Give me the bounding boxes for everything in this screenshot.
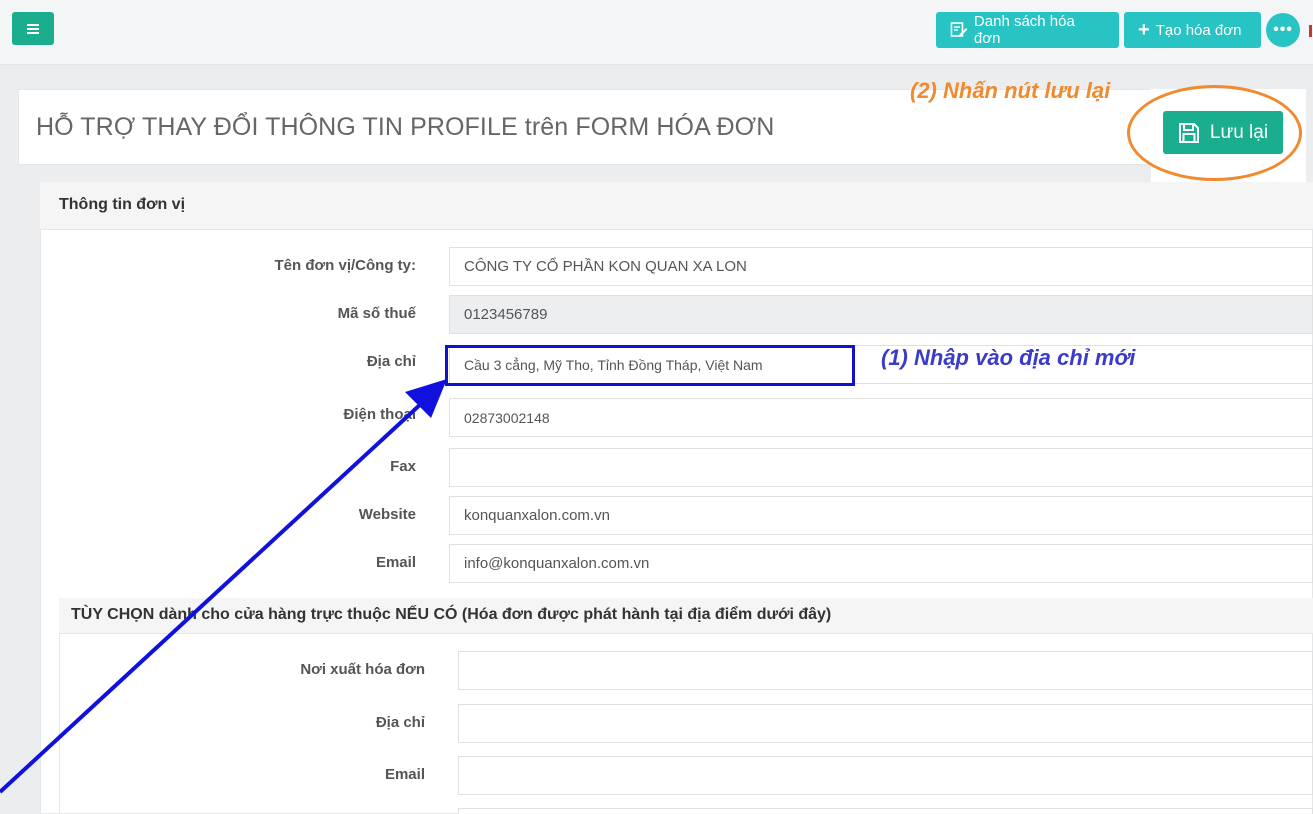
plus-icon: + [1138,19,1150,41]
invoice-list-label: Danh sách hóa đơn [973,13,1075,47]
fax-field[interactable] [449,448,1313,487]
phone-label: Điện thoại [343,406,416,423]
hamburger-icon [27,23,39,34]
create-invoice-label: Tạo hóa đơn [1155,21,1242,39]
unit-info-title: Thông tin đơn vị [59,196,186,213]
phone-field[interactable]: 02873002148 [449,398,1313,437]
company-name-field[interactable]: CÔNG TY CỔ PHẦN KON QUAN XA LON [449,247,1313,286]
unit-info-header [40,182,1313,230]
ellipsis-icon: ••• [1273,21,1293,38]
address-annotation: (1) Nhập vào địa chỉ mới [881,345,1136,370]
page-title: HỖ TRỢ THAY ĐỔI THÔNG TIN PROFILE trên F… [36,113,775,141]
email-label: Email [375,554,416,571]
branch-address-field[interactable] [458,704,1313,743]
branch-options-title: TÙY CHỌN dành cho cửa hàng trực thuộc NẾ… [71,606,832,623]
issue-place-field[interactable] [458,651,1313,690]
tax-code-field: 0123456789 [449,295,1313,334]
branch-extra-field[interactable] [458,808,1313,814]
address-highlight-box [445,345,855,386]
website-field[interactable]: konquanxalon.com.vn [449,496,1313,535]
branch-email-field[interactable] [458,756,1313,795]
company-name-label: Tên đơn vị/Công ty: [274,257,417,274]
edit-list-icon [950,22,968,37]
email-field[interactable]: info@konquanxalon.com.vn [449,544,1313,583]
save-highlight-ellipse [1127,85,1302,181]
fax-label: Fax [390,458,416,475]
more-options-button[interactable]: ••• [1266,13,1300,47]
branch-email-label: Email [384,766,425,783]
branch-address-label: Địa chỉ [375,714,425,731]
edge-indicator [1309,25,1312,37]
invoice-list-button[interactable]: Danh sách hóa đơn [936,12,1119,48]
menu-toggle-button[interactable] [12,12,54,45]
website-label: Website [358,506,416,523]
tax-code-label: Mã số thuế [337,305,416,322]
save-annotation: (2) Nhấn nút lưu lại [910,78,1111,103]
issue-place-label: Nơi xuất hóa đơn [300,661,425,678]
create-invoice-button[interactable]: + Tạo hóa đơn [1124,12,1261,48]
address-label: Địa chỉ [366,353,416,370]
